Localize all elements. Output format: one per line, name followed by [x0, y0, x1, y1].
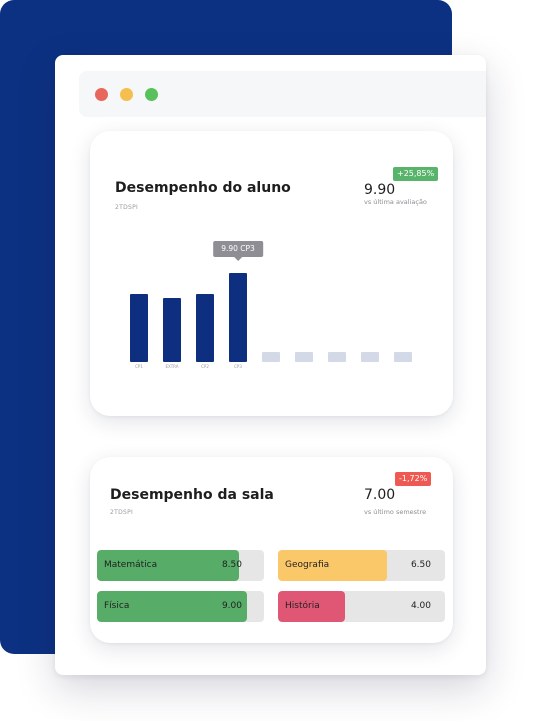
- subject-bar-historia: História 4.00: [278, 591, 445, 622]
- close-window-dot[interactable]: [95, 88, 108, 101]
- class-performance-card: Desempenho da sala 2TDSPI -1,72% 7.00 vs…: [90, 457, 453, 643]
- chart-bar: [328, 352, 346, 362]
- chart-tick-label: CP2: [201, 364, 209, 369]
- subject-name: Matemática: [104, 560, 158, 570]
- subject-value: 9.00: [221, 601, 242, 611]
- subject-name: Física: [104, 601, 130, 611]
- chart-tick-label: CP3: [234, 364, 242, 369]
- chart-tick-label: EXTRA: [165, 364, 179, 369]
- chart-bar: [295, 352, 313, 362]
- bar-tooltip: 9.90 CP3: [213, 241, 263, 261]
- subject-name: Geografia: [285, 560, 330, 570]
- window-titlebar: [79, 71, 486, 117]
- score-caption: vs último semestre: [364, 508, 427, 516]
- maximize-window-dot[interactable]: [145, 88, 158, 101]
- card-subtitle: 2TDSPI: [110, 509, 134, 516]
- chart-bar[interactable]: [130, 294, 148, 362]
- chart-bar: [262, 352, 280, 362]
- chart-tick-label: CP1: [135, 364, 143, 369]
- class-score: 7.00: [364, 487, 396, 503]
- card-subtitle: 2TDSPI: [115, 204, 139, 211]
- subject-value: 6.50: [410, 560, 431, 570]
- student-bar-chart: 9.90 CP3 CP1 EXTRA CP2 CP3: [118, 231, 428, 381]
- minimize-window-dot[interactable]: [120, 88, 133, 101]
- subject-bar-geografia: Geografia 6.50: [278, 550, 445, 581]
- chart-bar: [394, 352, 412, 362]
- chart-bar: [361, 352, 379, 362]
- student-performance-card: Desempenho do aluno 2TDSPI +25,85% 9.90 …: [90, 131, 453, 416]
- chart-bar[interactable]: [163, 298, 181, 362]
- subject-value: 8.50: [221, 560, 242, 570]
- subject-bar-matematica: Matemática 8.50: [97, 550, 264, 581]
- chart-bar[interactable]: [229, 273, 247, 362]
- student-score: 9.90: [364, 182, 396, 198]
- score-caption: vs última avaliação: [364, 198, 427, 206]
- subject-value: 4.00: [410, 601, 431, 611]
- card-title: Desempenho do aluno: [115, 180, 291, 196]
- card-title: Desempenho da sala: [110, 487, 274, 503]
- subject-name: História: [285, 601, 320, 611]
- change-badge: +25,85%: [393, 167, 439, 181]
- subject-bar-fisica: Física 9.00: [97, 591, 264, 622]
- chart-bar[interactable]: [196, 294, 214, 362]
- change-badge: -1,72%: [395, 472, 432, 486]
